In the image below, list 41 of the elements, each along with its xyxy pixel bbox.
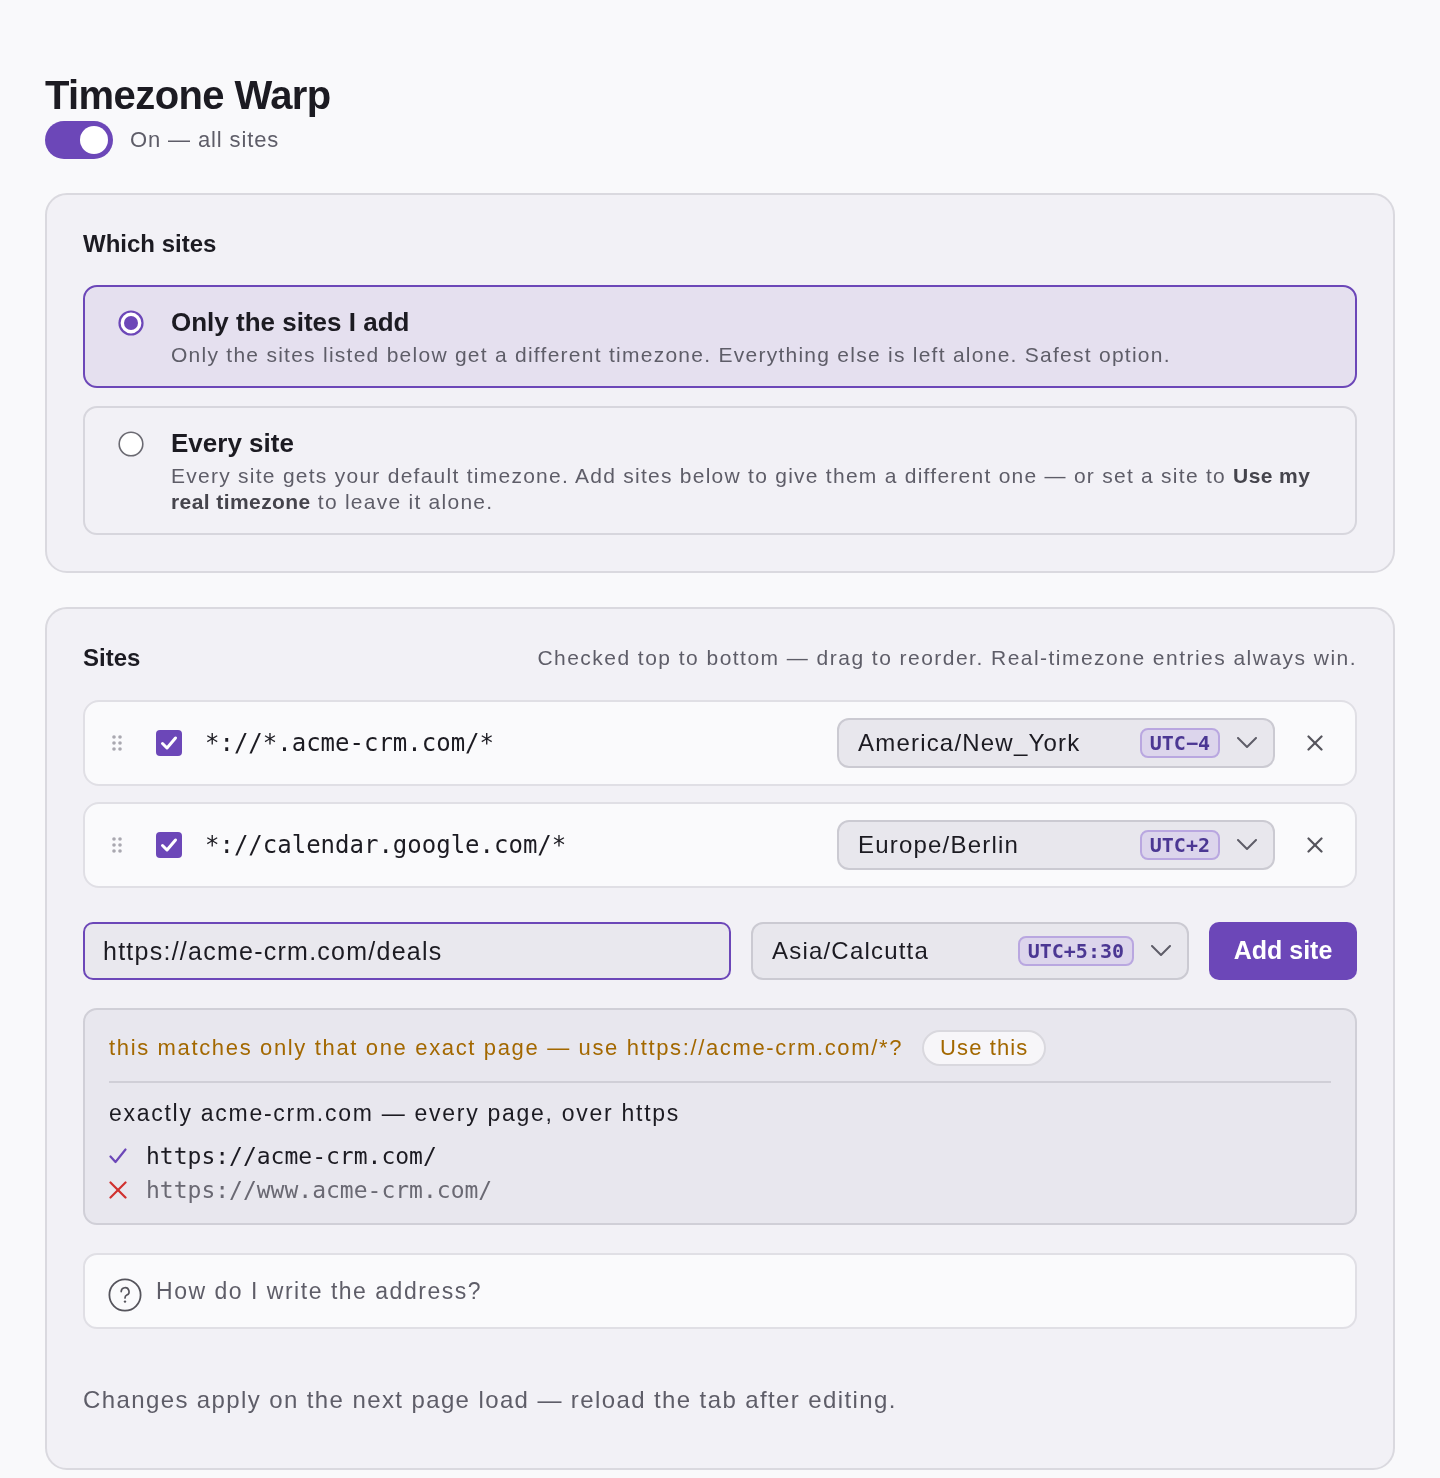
option-card[interactable]: Every site Every site gets your default timezone. Add sites below to give them a different one — or set a site to Use my real timezone to leave it alone. [83, 406, 1357, 535]
timezone-select[interactable]: Europe/Berlin UTC+2 [837, 820, 1275, 870]
utc-offset-badge: UTC+5:30 [1017, 936, 1134, 966]
option-card[interactable]: Only the sites I add Only the sites listed below get a different timezone. Everything else is left alone. Safest option. [83, 285, 1357, 388]
chevron-down-icon [1237, 737, 1257, 749]
checkbox[interactable] [156, 832, 182, 858]
chevron-down-icon [1237, 839, 1257, 851]
example-url: https://www.acme-crm.com/ [146, 1176, 493, 1204]
option-title: Every site [171, 428, 295, 459]
checkbox[interactable] [156, 730, 182, 756]
warning-text: this matches only that one exact page — use https://acme-crm.com/*? [109, 1035, 904, 1061]
option-description: Every site gets your default timezone. Add sites below to give them a different one — or set a site to Use my real timezone to leave it alone. [171, 463, 1312, 515]
url-pattern: *://*.acme-crm.com/* [205, 728, 495, 758]
use-this-button[interactable]: Use this [922, 1030, 1047, 1066]
section-heading: Which sites [83, 229, 218, 258]
example-url: https://acme-crm.com/ [146, 1142, 437, 1170]
radio-button[interactable] [118, 309, 144, 336]
help-expander[interactable]: How do I write the address? [83, 1253, 1357, 1329]
section-heading: Sites [83, 643, 141, 672]
utc-offset-badge: UTC+2 [1139, 830, 1220, 860]
footer-note: Changes apply on the next page load — reload the tab after editing. [83, 1385, 898, 1414]
url-pattern: *://calendar.google.com/* [205, 830, 568, 860]
match-summary: exactly acme-crm.com — every page, over https [109, 1099, 681, 1127]
url-input-field[interactable]: https://acme-crm.com/deals [83, 922, 731, 980]
toggle-label: On — all sites [130, 126, 280, 154]
timezone-select[interactable]: Asia/Calcutta UTC+5:30 [751, 922, 1189, 980]
help-icon [108, 1278, 142, 1312]
app-title: Timezone Warp [45, 72, 332, 119]
drag-handle-icon[interactable] [112, 735, 122, 751]
option-title: Only the sites I add [171, 307, 411, 338]
sites-hint: Checked top to bottom — drag to reorder. Real-timezone entries always win. [537, 644, 1357, 671]
timezone-select[interactable]: America/New_York UTC−4 [837, 718, 1275, 768]
utc-offset-badge: UTC−4 [1139, 728, 1220, 758]
option-description: Only the sites listed below get a different timezone. Everything else is left alone. Safest option. [171, 342, 1172, 368]
drag-handle-icon[interactable] [112, 837, 122, 853]
close-icon [1307, 735, 1323, 751]
close-icon [1307, 837, 1323, 853]
add-site-button[interactable]: Add site [1209, 922, 1357, 980]
toggle-switch[interactable] [45, 121, 113, 159]
radio-button[interactable] [118, 430, 144, 457]
chevron-down-icon [1151, 945, 1171, 957]
